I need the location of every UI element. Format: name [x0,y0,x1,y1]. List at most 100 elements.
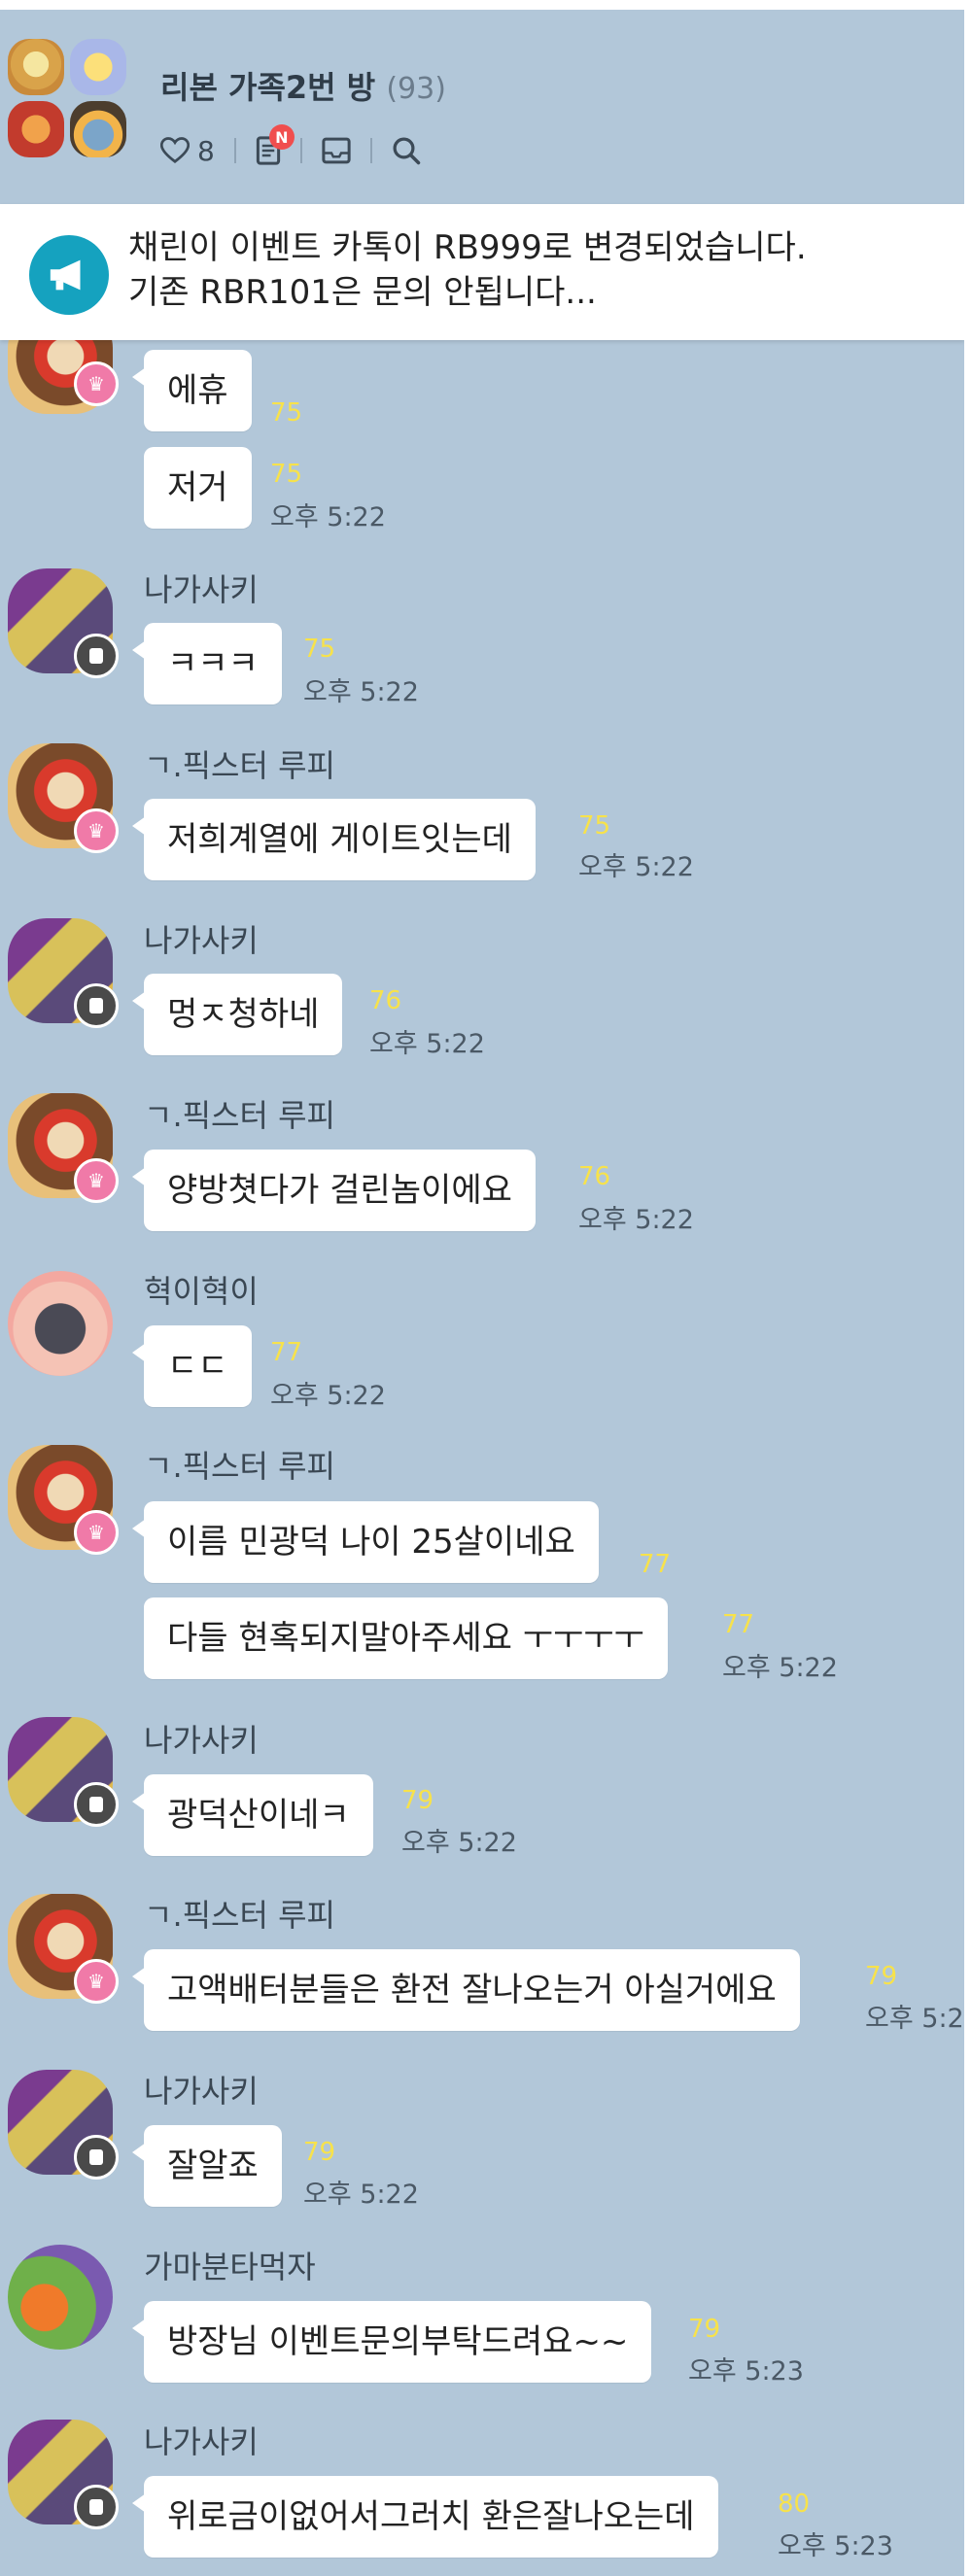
megaphone-icon [29,235,109,315]
window-edge [964,0,972,2576]
unread-count: 75 [270,460,303,489]
timestamp: 오후 5:22 [369,1029,485,1059]
unread-count: 75 [578,811,611,841]
new-badge: N [268,124,295,150]
unread-count: 77 [722,1610,755,1639]
crown-icon: ♛ [74,1959,119,2004]
message-bubble[interactable]: 에휴 [132,350,252,431]
unread-count: 79 [401,1786,434,1815]
member-avatar [70,39,126,95]
notice-banner[interactable]: 채린이 이벤트 카톡이 RB999로 변경되었습니다. 기존 RBR101은 문… [0,204,964,340]
timestamp: 오후 5:22 [578,1205,694,1235]
pc-icon [74,983,119,1028]
inbox-icon [322,137,351,164]
timestamp: 오후 5:22 [303,677,419,707]
unread-count: 80 [778,2490,811,2519]
inbox-button[interactable] [322,137,351,164]
message-text: 저희계열에 게이트잇는데 [167,820,512,859]
heart-icon [160,137,190,163]
message-text: ㅋㅋㅋ [167,644,259,683]
sender-name: 가마분타먹자 [144,2249,316,2285]
timestamp: 오후 5:22 [722,1653,838,1683]
member-count: (93) [386,72,446,106]
message-text: 저거 [167,468,228,507]
pc-icon [74,2485,119,2529]
sender-name: ㄱ.픽스터 루피 [144,1897,335,1934]
crown-icon: ♛ [74,808,119,853]
message-bubble[interactable]: 이름 민광덕 나이 25살이네요 [132,1501,599,1583]
window-edge [0,0,972,10]
message-bubble[interactable]: 고액배터분들은 환전 잘나오는거 아실거에요 [132,1949,800,2031]
crown-icon: ♛ [74,1510,119,1555]
message-bubble[interactable]: 멍ㅈ청하네 [131,974,343,1055]
message-text: ㄷㄷ [167,1347,228,1386]
message-bubble[interactable]: 잘알죠 [132,2125,282,2207]
search-icon [393,137,421,165]
unread-count: 77 [270,1338,303,1367]
message-text: 이름 민광덕 나이 25살이네요 [167,1523,575,1562]
avatar[interactable] [8,1271,113,1376]
crown-icon: ♛ [74,361,119,406]
timestamp: 오후 5:23 [778,2531,893,2561]
header-toolbar: 8 N [160,124,421,170]
sender-name: 나가사키 [144,922,259,959]
message-bubble[interactable]: ㄷㄷ [132,1325,252,1407]
room-title: 리본 가족2번 방 (93) [160,63,446,108]
message-text: 고액배터분들은 환전 잘나오는거 아실거에요 [167,1971,777,2009]
message-text: 방장님 이벤트문의부탁드려요~~ [167,2322,629,2361]
timestamp: 오후 5:22 [270,1381,386,1411]
sender-name: ㄱ.픽스터 루피 [144,1448,335,1485]
board-button[interactable]: N [256,124,295,165]
timestamp: 오후 5:22 [303,2180,419,2210]
sender-name: ㄱ.픽스터 루피 [144,747,335,784]
divider [299,138,302,163]
message-text: 광덕산이네ㅋ [167,1796,350,1835]
message-bubble[interactable]: 다들 현혹되지말아주세요 ㅜㅜㅜㅜ [144,1597,668,1679]
sender-name: 혁이혁이 [144,1273,259,1310]
pc-icon [74,2135,119,2180]
member-avatar [8,39,64,95]
message-bubble[interactable]: 방장님 이벤트문의부탁드려요~~ [131,2301,652,2383]
like-button[interactable]: 8 [160,135,215,167]
unread-count: 77 [639,1550,672,1579]
message-bubble[interactable]: 위로금이없어서그러치 환은잘나오는데 [132,2476,718,2558]
search-button[interactable] [392,136,421,165]
unread-count: 79 [688,2315,721,2344]
message-text: 에휴 [167,371,228,410]
timestamp: 오후 5:2 [865,2004,964,2034]
unread-count: 75 [270,398,303,428]
message-text: 위로금이없어서그러치 환은잘나오는데 [167,2497,695,2536]
member-avatar [70,101,126,157]
sender-name: 나가사키 [144,2073,259,2110]
message-bubble[interactable]: 저거 [144,447,252,529]
message-text: 잘알죠 [167,2147,259,2185]
notice-text: 채린이 이벤트 카톡이 RB999로 변경되었습니다. 기존 RBR101은 문… [128,225,945,315]
unread-count: 79 [303,2138,336,2167]
notice-line: 기존 RBR101은 문의 안됩니다... [128,273,597,312]
sender-name: ㄱ.픽스터 루피 [144,1097,335,1134]
timestamp: 오후 5:22 [270,502,386,532]
timestamp: 오후 5:23 [688,2356,804,2387]
message-bubble[interactable]: 양방쳣다가 걸린놈이에요 [132,1150,536,1231]
member-avatar [8,101,64,157]
room-profile-grid[interactable] [8,39,130,165]
message-list[interactable]: ♛ 에휴 75 저거 75 오후 5:22 나가사키 ㅋㅋㅋ 75 오후 5:2… [0,0,964,2576]
unread-count: 76 [578,1162,611,1191]
notice-line: 채린이 이벤트 카톡이 RB999로 변경되었습니다. [128,228,807,267]
avatar[interactable] [8,2245,113,2350]
message-bubble[interactable]: 광덕산이네ㅋ [132,1774,373,1856]
divider [233,138,236,163]
timestamp: 오후 5:22 [401,1828,517,1858]
message-text: 다들 현혹되지말아주세요 ㅜㅜㅜㅜ [167,1619,644,1658]
message-text: 양방쳣다가 걸린놈이에요 [167,1171,512,1210]
unread-count: 79 [865,1962,898,1991]
message-bubble[interactable]: ㅋㅋㅋ [132,623,282,704]
unread-count: 76 [369,986,402,1015]
unread-count: 75 [303,635,336,664]
room-name: 리본 가족2번 방 [160,69,376,106]
crown-icon: ♛ [74,1158,119,1203]
like-count: 8 [197,134,215,167]
chat-header: 리본 가족2번 방 (93) 8 N [0,10,964,167]
message-bubble[interactable]: 저희계열에 게이트잇는데 [132,799,536,880]
chat-window: ♛ 에휴 75 저거 75 오후 5:22 나가사키 ㅋㅋㅋ 75 오후 5:2… [0,0,964,2576]
